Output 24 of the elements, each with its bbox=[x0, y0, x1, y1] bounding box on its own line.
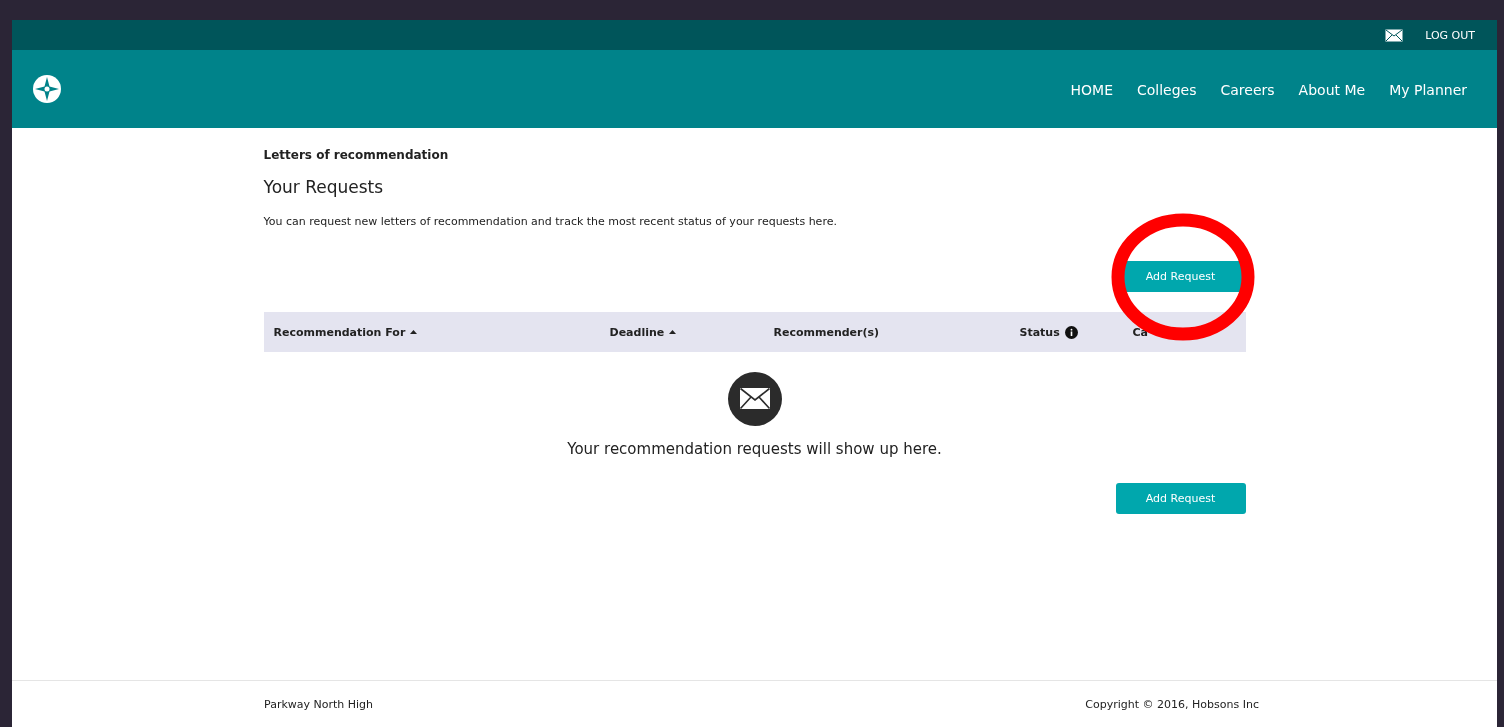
column-header: Status bbox=[1019, 325, 1078, 339]
mail-icon[interactable] bbox=[1385, 28, 1404, 42]
page-heading: Your Requests bbox=[263, 177, 385, 197]
nav-link[interactable]: HOME bbox=[1070, 82, 1113, 98]
breadcrumb: Letters of recommendation bbox=[263, 148, 450, 162]
add-request-button[interactable]: Add Request bbox=[1115, 483, 1246, 514]
compass-logo-icon[interactable] bbox=[32, 74, 62, 104]
column-header[interactable]: Deadline bbox=[609, 325, 677, 339]
logout-link[interactable]: LOG OUT bbox=[1425, 28, 1475, 42]
empty-state-message: Your recommendation requests will show up here. bbox=[567, 440, 942, 458]
nav-link[interactable]: Colleges bbox=[1137, 82, 1197, 98]
nav-link[interactable]: Careers bbox=[1220, 82, 1275, 98]
nav-link[interactable]: About Me bbox=[1298, 82, 1366, 98]
school-name: Parkway North High bbox=[264, 697, 374, 711]
envelope-icon bbox=[727, 372, 782, 426]
nav-link[interactable]: My Planner bbox=[1389, 82, 1467, 98]
sort-icon[interactable] bbox=[410, 329, 418, 335]
column-header: Recommender(s) bbox=[773, 325, 880, 339]
intro-text: You can request new letters of recommendation and track the most recent status of your requests here. bbox=[263, 215, 838, 228]
column-header[interactable]: Recommendation For bbox=[273, 325, 418, 339]
column-header: Ca bbox=[1132, 325, 1148, 339]
sort-icon[interactable] bbox=[669, 329, 677, 335]
info-icon[interactable] bbox=[1064, 325, 1078, 339]
copyright-text: Copyright © 2016, Hobsons Inc bbox=[1085, 697, 1259, 711]
